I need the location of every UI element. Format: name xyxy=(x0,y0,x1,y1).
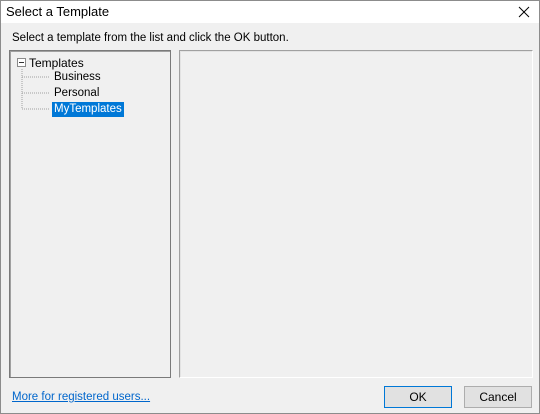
cancel-button[interactable]: Cancel xyxy=(464,386,532,408)
close-button[interactable] xyxy=(509,1,539,23)
close-icon xyxy=(518,6,530,18)
tree-item-mytemplates[interactable]: MyTemplates xyxy=(52,102,124,117)
select-template-dialog: Select a Template Select a template from… xyxy=(0,0,540,414)
template-tree[interactable]: Templates Business Personal MyTemplates xyxy=(9,50,171,378)
instruction-text: Select a template from the list and clic… xyxy=(12,32,289,44)
collapse-icon[interactable] xyxy=(17,58,26,67)
ok-button[interactable]: OK xyxy=(384,386,452,408)
title-bar: Select a Template xyxy=(1,1,539,23)
tree-root-label: Templates xyxy=(29,55,84,70)
tree-item-business[interactable]: Business xyxy=(52,70,103,85)
tree-root-templates[interactable]: Templates xyxy=(17,55,84,70)
template-preview-panel xyxy=(179,50,533,378)
more-for-registered-users-link[interactable]: More for registered users... xyxy=(12,391,150,403)
tree-item-personal[interactable]: Personal xyxy=(52,86,101,101)
dialog-title: Select a Template xyxy=(6,4,110,19)
